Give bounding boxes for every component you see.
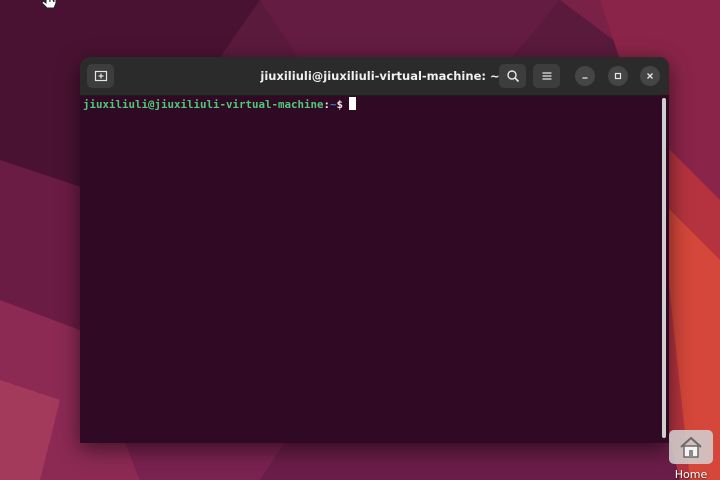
terminal-window[interactable]: jiuxiliuli@jiuxiliuli-virtual-machine: ~ bbox=[80, 57, 669, 443]
search-icon bbox=[506, 70, 519, 83]
new-tab-button[interactable] bbox=[87, 64, 114, 88]
prompt-symbol: $ bbox=[336, 98, 344, 111]
text-cursor bbox=[349, 97, 357, 110]
close-icon bbox=[647, 73, 653, 79]
home-folder-label: Home bbox=[674, 468, 708, 480]
scrollbar[interactable] bbox=[660, 95, 669, 443]
mouse-pointer-icon bbox=[41, 0, 57, 9]
new-tab-icon bbox=[94, 70, 107, 82]
maximize-icon bbox=[614, 72, 622, 80]
terminal-output-area[interactable]: jiuxiliuli@jiuxiliuli-virtual-machine:~$ bbox=[80, 95, 660, 443]
minimize-icon bbox=[582, 77, 588, 79]
minimize-button[interactable] bbox=[575, 66, 595, 86]
close-button[interactable] bbox=[640, 66, 660, 86]
menu-button[interactable] bbox=[533, 64, 560, 88]
search-button[interactable] bbox=[499, 64, 526, 88]
shell-prompt: jiuxiliuli@jiuxiliuli-virtual-machine:~$ bbox=[83, 97, 357, 112]
maximize-button[interactable] bbox=[608, 66, 628, 86]
prompt-user-host: jiuxiliuli@jiuxiliuli-virtual-machine bbox=[83, 98, 324, 111]
home-folder-icon bbox=[680, 436, 702, 458]
terminal-titlebar[interactable]: jiuxiliuli@jiuxiliuli-virtual-machine: ~ bbox=[80, 57, 669, 96]
hamburger-menu-icon bbox=[542, 72, 551, 80]
scrollbar-thumb[interactable] bbox=[662, 98, 666, 438]
home-folder-desktop-icon[interactable] bbox=[669, 430, 713, 464]
